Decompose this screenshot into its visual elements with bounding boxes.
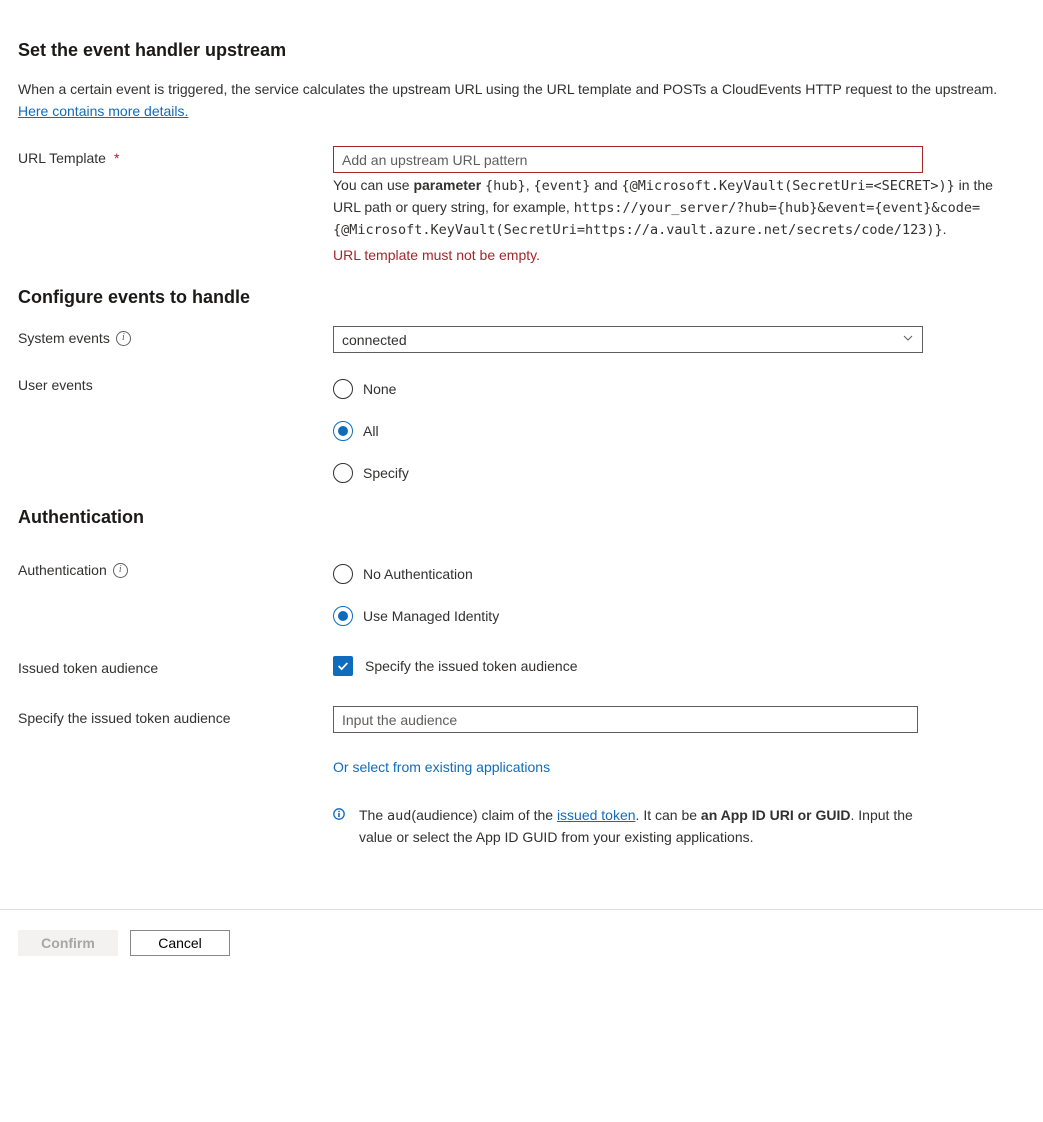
radio-icon	[333, 379, 353, 399]
select-existing-app-link[interactable]: Or select from existing applications	[333, 759, 1013, 775]
issued-token-checkbox-row[interactable]: Specify the issued token audience	[333, 656, 1013, 676]
radio-label: Use Managed Identity	[363, 608, 499, 624]
footer-bar: Confirm Cancel	[0, 909, 1043, 976]
url-template-label: URL Template	[18, 150, 106, 166]
page-title: Set the event handler upstream	[18, 40, 1025, 61]
radio-label: None	[363, 381, 396, 397]
info-icon[interactable]: i	[113, 563, 128, 578]
auth-mode-label: Authentication	[18, 562, 107, 578]
url-template-help: You can use parameter {hub}, {event} and…	[333, 175, 1013, 241]
radio-icon	[333, 463, 353, 483]
audience-info-box: The aud(audience) claim of the issued to…	[333, 805, 943, 849]
checkbox-icon	[333, 656, 353, 676]
user-events-radio-all[interactable]: All	[333, 421, 1013, 441]
radio-icon	[333, 421, 353, 441]
confirm-button: Confirm	[18, 930, 118, 956]
info-icon[interactable]: i	[116, 331, 131, 346]
issued-token-link[interactable]: issued token	[557, 807, 636, 823]
radio-icon	[333, 564, 353, 584]
system-events-dropdown[interactable]: connected	[333, 326, 923, 353]
user-events-radio-group: None All Specify	[333, 379, 1013, 483]
auth-radio-managed-identity[interactable]: Use Managed Identity	[333, 606, 1013, 626]
intro-paragraph: When a certain event is triggered, the s…	[18, 79, 998, 122]
user-events-radio-none[interactable]: None	[333, 379, 1013, 399]
url-template-input[interactable]	[333, 146, 923, 173]
audience-input[interactable]	[333, 706, 918, 733]
system-events-label: System events	[18, 330, 110, 346]
chevron-down-icon	[902, 332, 914, 347]
url-template-error: URL template must not be empty.	[333, 247, 1013, 263]
info-icon	[333, 805, 345, 849]
checkbox-label: Specify the issued token audience	[365, 658, 577, 674]
intro-text: When a certain event is triggered, the s…	[18, 81, 997, 97]
auth-radio-none[interactable]: No Authentication	[333, 564, 1013, 584]
intro-link-more-details[interactable]: Here contains more details.	[18, 103, 188, 119]
radio-icon	[333, 606, 353, 626]
issued-token-label: Issued token audience	[18, 660, 158, 676]
auth-section-title: Authentication	[18, 507, 1025, 528]
system-events-value: connected	[342, 332, 407, 348]
events-section-title: Configure events to handle	[18, 287, 1025, 308]
required-indicator-icon: *	[114, 150, 119, 166]
radio-label: Specify	[363, 465, 409, 481]
auth-mode-radio-group: No Authentication Use Managed Identity	[333, 564, 1013, 626]
radio-label: No Authentication	[363, 566, 473, 582]
cancel-button[interactable]: Cancel	[130, 930, 230, 956]
audience-info-text: The aud(audience) claim of the issued to…	[359, 805, 943, 849]
user-events-radio-specify[interactable]: Specify	[333, 463, 1013, 483]
specify-audience-label: Specify the issued token audience	[18, 710, 230, 726]
user-events-label: User events	[18, 377, 93, 393]
radio-label: All	[363, 423, 379, 439]
